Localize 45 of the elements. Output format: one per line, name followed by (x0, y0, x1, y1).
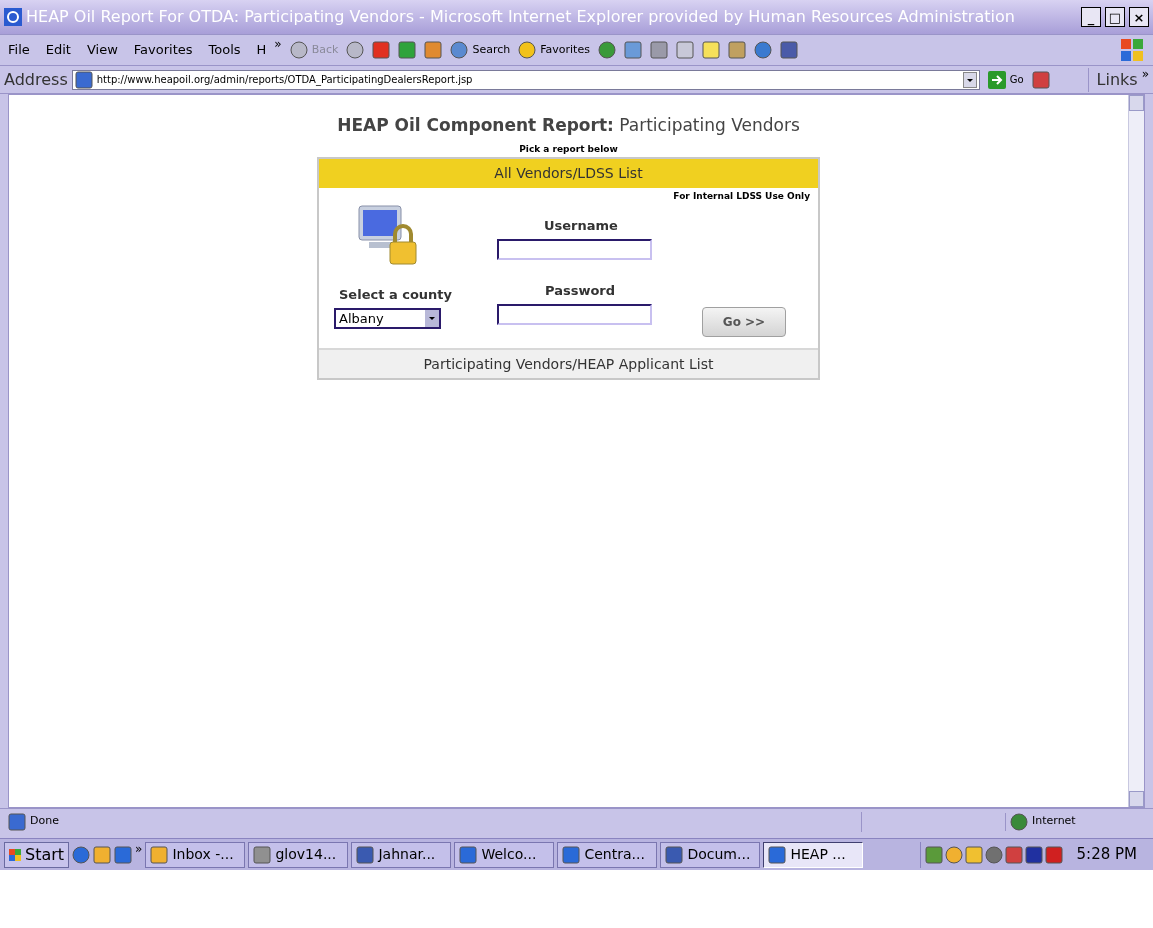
password-field[interactable] (497, 304, 652, 325)
menu-item[interactable]: Edit (37, 40, 79, 60)
menu-item[interactable]: File (0, 40, 38, 60)
taskbar-item[interactable]: Welco... (454, 841, 555, 868)
scrollbar[interactable] (1128, 95, 1144, 807)
windows-logo-icon (1119, 37, 1145, 63)
go-button[interactable]: Go >> (702, 307, 786, 337)
internal-use-note: For Internal LDSS Use Only (673, 190, 810, 203)
county-select[interactable]: Albany (334, 308, 441, 329)
toolbar-button[interactable]: Favorites (514, 37, 594, 63)
clock: 5:28 PM (1075, 844, 1138, 866)
taskbar-item[interactable]: Centra... (557, 841, 658, 868)
password-label: Password (545, 282, 616, 300)
start-button[interactable]: Start (4, 841, 70, 868)
taskbar-item[interactable]: Inbox -... (145, 841, 246, 868)
window-control-button[interactable]: × (1129, 7, 1149, 27)
menu-item[interactable]: Tools (200, 40, 249, 60)
address-label: Address (4, 68, 68, 91)
links-label[interactable]: Links (1087, 67, 1138, 92)
county-label: Select a county (339, 286, 453, 304)
panel-footer[interactable]: Participating Vendors/HEAP Applicant List (319, 348, 818, 378)
go-button[interactable]: Go (983, 70, 1028, 89)
taskbar-item[interactable]: HEAP ... (763, 841, 864, 868)
chevron[interactable]: » (274, 35, 282, 53)
window-control-button[interactable]: _ (1081, 7, 1101, 27)
menu-item[interactable]: Favorites (125, 40, 201, 60)
menu-item[interactable]: View (78, 40, 126, 60)
toolbar-button[interactable]: Search (446, 37, 515, 63)
windows-logo-icon (9, 848, 21, 861)
chevron[interactable]: » (1141, 64, 1149, 83)
zone-text: Internet (1032, 813, 1076, 830)
status-text: Done (30, 813, 60, 830)
address-field[interactable]: http://www.heapoil.org/admin/reports/OTDA_ParticipatingDealersReport.jsp (71, 69, 980, 90)
menu-item[interactable]: H (248, 40, 275, 60)
taskbar-item[interactable]: Docum... (660, 841, 761, 868)
taskbar-item[interactable]: Jahnar... (351, 841, 452, 868)
panel-header[interactable]: All Vendors/LDSS List (319, 159, 818, 188)
taskbar-item[interactable]: glov14... (248, 841, 349, 868)
username-label: Username (544, 217, 618, 235)
chevron[interactable]: » (135, 839, 143, 858)
username-field[interactable] (497, 239, 652, 260)
page-subheading: Pick a report below (519, 142, 618, 156)
window-control-button[interactable]: □ (1105, 7, 1125, 27)
window-title: HEAP Oil Report For OTDA: Participating Vendors - Microsoft Internet Explorer provided by Human Resources Administration (26, 6, 1016, 28)
page-heading: HEAP Oil Component Report: Participating Vendors (337, 114, 800, 137)
